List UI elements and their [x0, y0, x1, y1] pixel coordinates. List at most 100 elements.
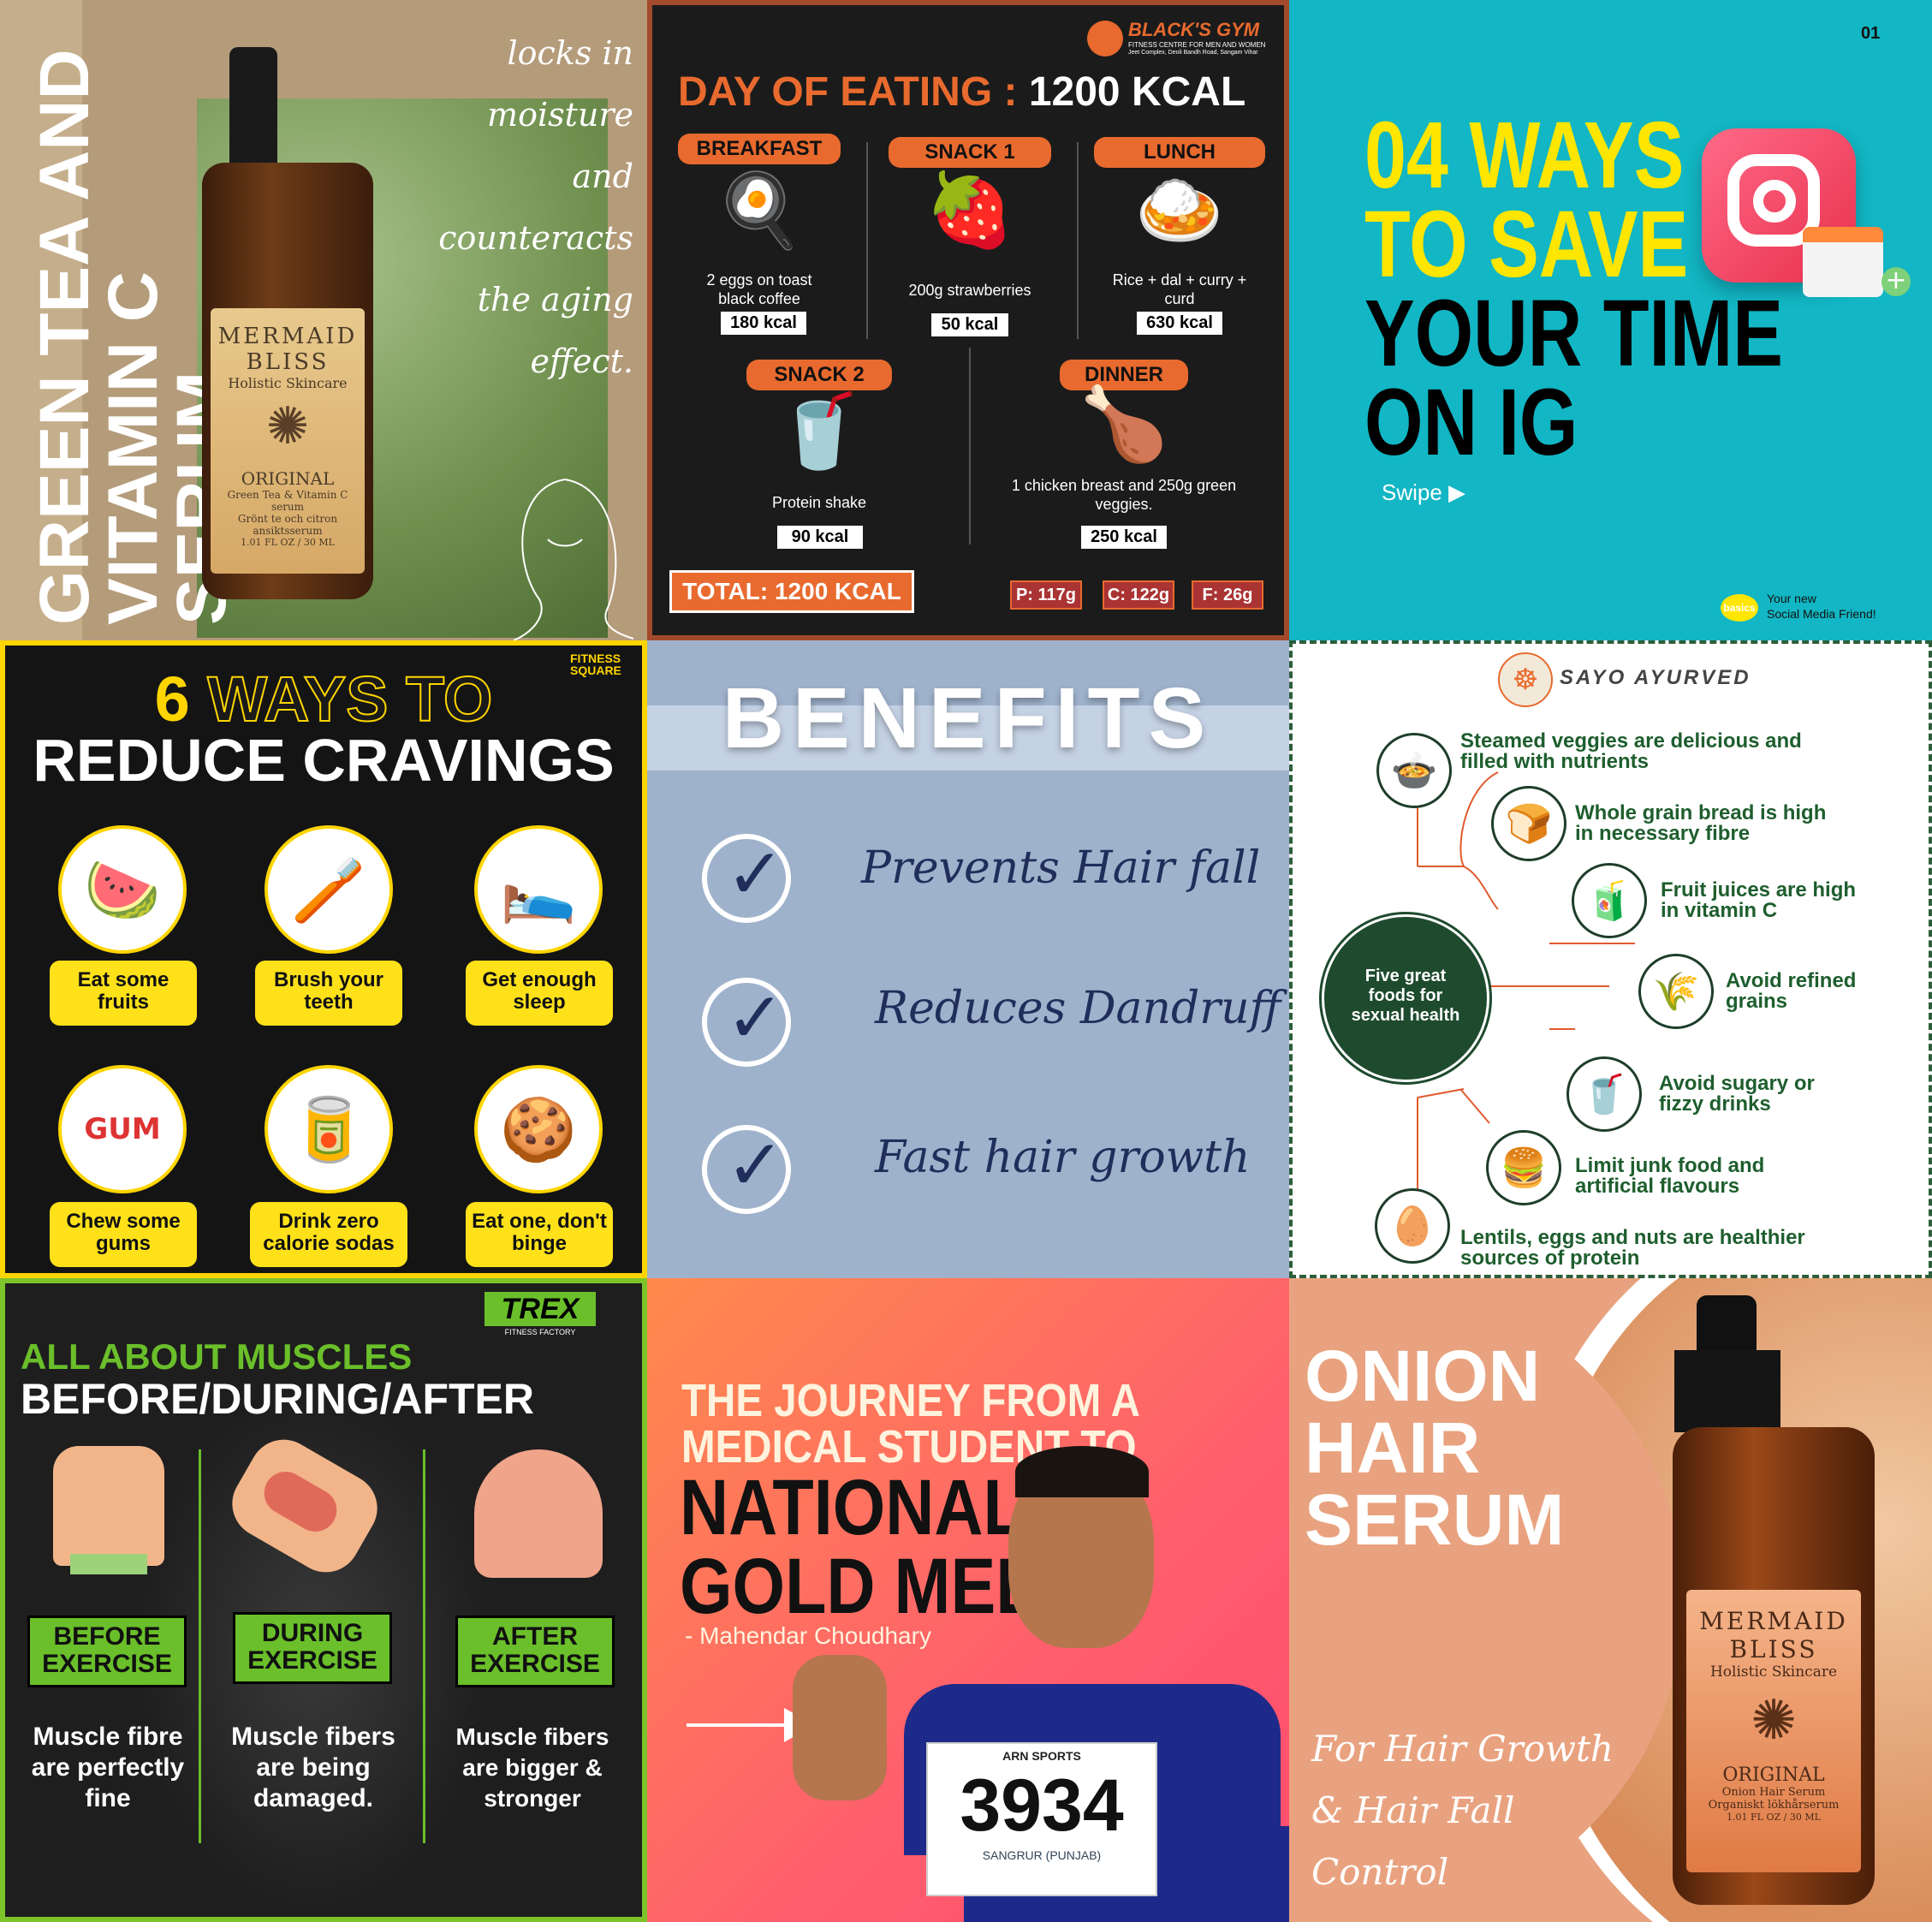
lunch-icon: 🍛 [1134, 168, 1225, 252]
label-line2: EXERCISE [247, 1646, 377, 1675]
onion-line3: SERUM [1305, 1479, 1565, 1560]
muscles-title-green: ALL ABOUT MUSCLES [21, 1336, 413, 1377]
reduce-cravings-tile[interactable]: FITNESS SQUARE 6 WAYS TO REDUCE CRAVINGS… [0, 640, 647, 1278]
benefit-item-1: Prevents Hair fall [861, 842, 1261, 894]
torso-after-icon [474, 1449, 603, 1578]
ig-headline-yellow: 04 WAYS TO SAVE [1364, 103, 1688, 292]
arrow-line [687, 1723, 789, 1727]
serum-tagline: locks in moisture and counteracts the ag… [377, 22, 633, 392]
meal-kcal-breakfast: 180 kcal [721, 312, 806, 335]
eating-title-text: DAY OF EATING : [678, 69, 1018, 115]
tagline-line1: Your new [1767, 592, 1816, 605]
food-item-4-line1: Avoid refined [1726, 969, 1857, 992]
shorts-icon [70, 1554, 147, 1574]
title-number: 6 [154, 663, 190, 735]
macro-fat: F: 26g [1192, 580, 1263, 610]
ig-tips-tile[interactable]: 01 04 WAYS TO SAVE YOUR TIME ON IG + Swi… [1289, 0, 1932, 640]
day-of-eating-tile[interactable]: BLACK'S GYM FITNESS CENTRE FOR MEN AND W… [647, 0, 1289, 640]
bottle-desc2: Organiskt lökhårserum [1708, 1799, 1840, 1812]
ig-line1: 04 WAYS [1364, 103, 1685, 208]
bib-number: 3934 [960, 1764, 1124, 1847]
bottle-brand1: MERMAID [217, 324, 358, 349]
food-item-6: Limit junk food and artificial flavours [1575, 1156, 1764, 1197]
gum-icon: GUM [58, 1065, 187, 1193]
bottle-pump [229, 47, 277, 167]
craving-card-brush: Brush your teeth [255, 961, 402, 1026]
divider [866, 142, 868, 339]
plus-icon: + [1881, 267, 1911, 296]
benefits-tile[interactable]: BENEFITS ✓ Prevents Hair fall ✓ Reduces … [647, 640, 1289, 1278]
muscles-tile[interactable]: TREX FITNESS FACTORY ALL ABOUT MUSCLES B… [0, 1278, 647, 1922]
meal-kcal-dinner: 250 kcal [1081, 526, 1167, 549]
onion-line1: ONION [1305, 1336, 1541, 1416]
eating-title: DAY OF EATING : 1200 KCAL [678, 68, 1245, 116]
food-item-3-line1: Fruit juices are high [1661, 878, 1857, 901]
serum-bottle: MERMAID BLISS Holistic Skincare ✺ ORIGIN… [202, 163, 373, 599]
meal-desc-snack1: 200g strawberries [908, 282, 1031, 299]
label-line2: EXERCISE [470, 1650, 600, 1678]
label-line2: EXERCISE [42, 1650, 172, 1678]
onion-line2: HAIR [1305, 1407, 1481, 1488]
label-line1: AFTER [492, 1622, 578, 1651]
gym-logo-addr: Jeet Complex, Deoli Bandh Road, Sangam V… [1128, 50, 1258, 56]
strawberry-icon: 🍓 [924, 168, 1015, 252]
meal-label-snack1: SNACK 1 [889, 137, 1051, 168]
divider [199, 1449, 201, 1843]
craving-card-sleep: Get enough sleep [466, 961, 613, 1026]
food-item-5-line2: fizzy drinks [1659, 1092, 1771, 1116]
food-item-3: Fruit juices are high in vitamin C [1661, 880, 1856, 921]
journey-tile[interactable]: THE JOURNEY FROM A MEDICAL STUDENT TO NA… [647, 1278, 1289, 1922]
script-line1: For Hair Growth [1311, 1728, 1614, 1770]
ig-line3: YOUR TIME [1364, 281, 1783, 386]
cravings-title-line1: 6 WAYS TO [5, 663, 642, 735]
woman-line-art-icon [513, 479, 634, 640]
journey-line1: THE JOURNEY FROM A [681, 1375, 1140, 1426]
tagline-line2: and counteracts [438, 158, 633, 257]
bottle-desc1: Green Tea & Vitamin C serum [227, 489, 348, 513]
onion-serum-tile[interactable]: ONION HAIR SERUM For Hair Growth & Hair … [1289, 1278, 1932, 1922]
after-desc: Muscle fibers are bigger & stronger [455, 1723, 609, 1812]
food-item-6-line1: Limit junk food and [1575, 1154, 1765, 1177]
food-item-4: Avoid refined grains [1726, 971, 1856, 1012]
ig-tagline: Your new Social Media Friend! [1767, 591, 1876, 622]
bottle-brand2: BLISS [1729, 1635, 1818, 1663]
gym-logo: BLACK'S GYM FITNESS CENTRE FOR MEN AND W… [1087, 17, 1275, 60]
bottle-collar [1674, 1350, 1780, 1432]
serum-bottle: MERMAID BLISS Holistic Skincare ✺ ORIGIN… [1673, 1427, 1875, 1905]
bottle-emblem-icon: ✺ [1751, 1689, 1797, 1752]
toothbrush-icon: 🪥 [265, 825, 393, 954]
calendar-icon [1803, 227, 1883, 297]
food-item-5: Avoid sugary or fizzy drinks [1659, 1074, 1815, 1115]
gym-logo-icon [1087, 21, 1123, 57]
juice-icon: 🧃 [1572, 863, 1647, 938]
basics-logo: basics [1721, 594, 1758, 622]
journey-author: - Mahendar Choudhary [685, 1622, 931, 1649]
label-line1: DURING [261, 1619, 364, 1647]
bottle-brand1: MERMAID [1699, 1607, 1848, 1635]
check-icon: ✓ [702, 834, 791, 923]
food-item-2: Whole grain bread is high in necessary fi… [1575, 803, 1826, 844]
benefit-item-3: Fast hair growth [875, 1132, 1251, 1183]
ayurved-foods-tile[interactable]: ☸ SAYO AYURVED Five great foods for sexu… [1289, 640, 1932, 1278]
bottle-label: MERMAID BLISS Holistic Skincare ✺ ORIGIN… [211, 308, 365, 574]
meal-kcal-snack1: 50 kcal [931, 313, 1008, 336]
green-tea-serum-tile[interactable]: GREEN TEA AND VITAMIN C SERUM locks in m… [0, 0, 647, 640]
meal-kcal-snack2: 90 kcal [777, 526, 863, 549]
bottle-size: 1.01 FL OZ / 30 ML [1727, 1812, 1821, 1823]
pot-icon: 🍲 [1376, 733, 1452, 808]
label-line1: BEFORE [53, 1622, 161, 1651]
after-exercise-label: AFTER EXERCISE [455, 1616, 615, 1687]
craving-card-soda: Drink zero calorie sodas [250, 1202, 407, 1267]
soda-glass-icon: 🥤 [1566, 1056, 1642, 1132]
divider [423, 1449, 425, 1843]
bottle-sub: Holistic Skincare [1709, 1663, 1838, 1681]
check-icon: ✓ [702, 1125, 791, 1214]
bottle-desc2: Grönt te och citron ansiktsserum [237, 513, 338, 537]
onion-title: ONION HAIR SERUM [1305, 1340, 1564, 1556]
swipe-prompt[interactable]: Swipe ▶ [1382, 479, 1465, 506]
victory-hand-icon [793, 1655, 887, 1800]
craving-card-binge: Eat one, don't binge [466, 1202, 613, 1267]
food-item-7: Lentils, eggs and nuts are healthier sour… [1460, 1228, 1805, 1269]
bottle-sub: Holistic Skincare [228, 375, 348, 391]
meal-desc-lunch: Rice + dal + curry + curd [1112, 271, 1247, 307]
